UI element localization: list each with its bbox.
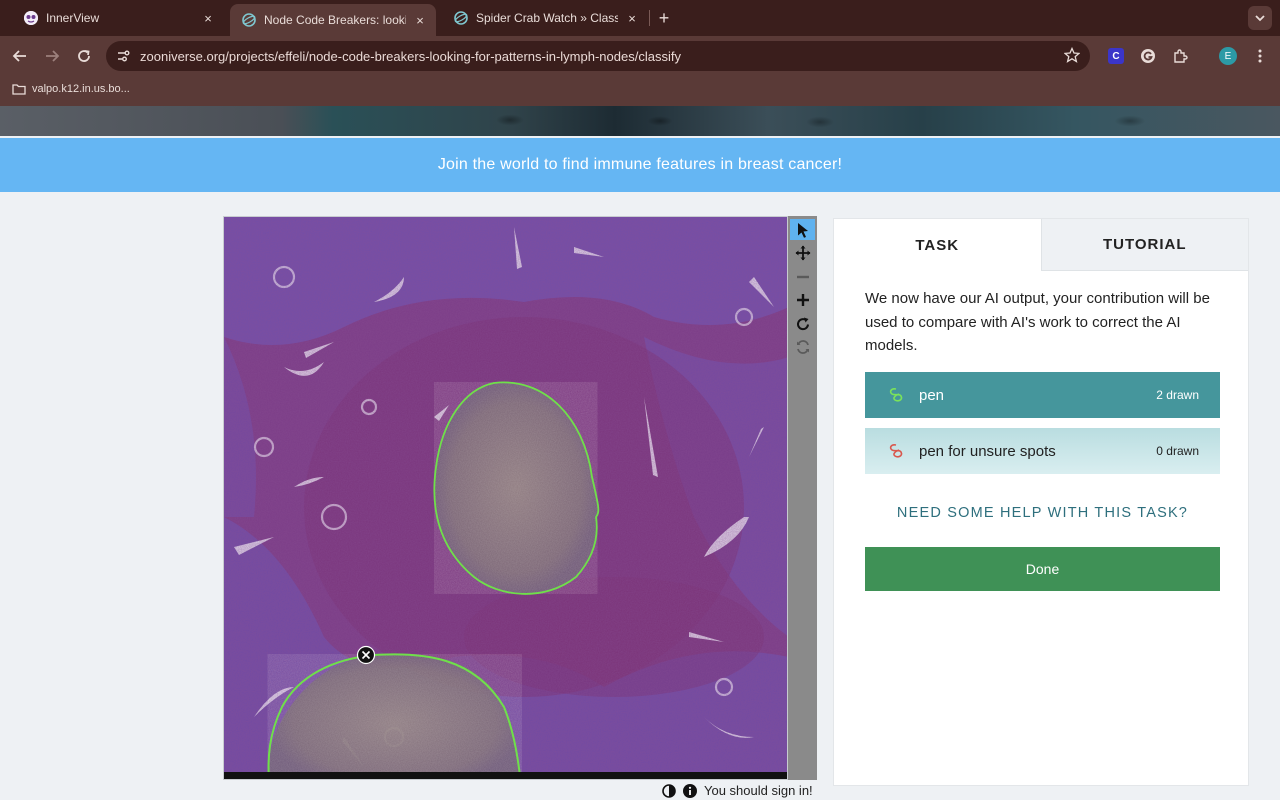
pointer-icon [797, 222, 808, 238]
puzzle-icon [1174, 49, 1188, 63]
pen-freehand-icon [889, 444, 903, 458]
close-tab-icon[interactable]: × [412, 12, 428, 28]
info-icon[interactable] [683, 783, 697, 798]
bookmark-star-icon[interactable] [1063, 46, 1081, 68]
tab-title: InnerView [46, 11, 100, 25]
viewer-status: You should sign in! [662, 783, 813, 798]
reset-icon [796, 339, 809, 354]
reload-icon [78, 50, 90, 62]
viewer-footer-bar [224, 772, 787, 779]
rotate-icon [796, 317, 809, 330]
tool-option-pen-unsure[interactable]: pen for unsure spots 0 drawn [865, 428, 1220, 474]
new-tab-button[interactable]: + [654, 8, 674, 28]
subject-image[interactable] [224, 217, 788, 780]
announcement-text: Join the world to find immune features i… [437, 156, 843, 173]
zooniverse-favicon-icon [454, 11, 468, 25]
address-bar[interactable]: zooniverse.org/projects/effeli/node-code… [106, 41, 1090, 71]
tab-title: Node Code Breakers: looking [264, 13, 406, 27]
more-vertical-icon [1258, 49, 1262, 63]
drawn-count: 0 drawn [1156, 444, 1199, 458]
tab-tutorial[interactable]: TUTORIAL [1040, 219, 1248, 271]
chevron-down-icon [1255, 15, 1265, 22]
arrow-left-icon [12, 50, 26, 62]
task-instruction: We now have our AI output, your contribu… [865, 290, 1210, 354]
tab-search-button[interactable] [1248, 6, 1272, 30]
drawn-count: 2 drawn [1156, 388, 1199, 402]
task-panel: TASK TUTORIAL We now have our AI output,… [833, 218, 1249, 786]
project-hero-image [0, 106, 1280, 136]
zoom-in-button[interactable] [790, 289, 815, 310]
task-help-link[interactable]: NEED SOME HELP WITH THIS TASK? [865, 505, 1220, 521]
forward-button[interactable] [40, 44, 64, 68]
contrast-icon[interactable] [662, 783, 676, 798]
reset-view-button[interactable] [790, 336, 815, 357]
tab-task[interactable]: TASK [834, 219, 1041, 271]
tab-separator [649, 10, 650, 26]
zoom-out-button[interactable] [790, 266, 815, 287]
subject-viewer[interactable] [223, 216, 788, 780]
delete-mark-icon[interactable] [356, 645, 376, 665]
browser-tab-node-code-breakers[interactable]: Node Code Breakers: looking × [230, 4, 436, 36]
tool-option-pen[interactable]: pen 2 drawn [865, 372, 1220, 418]
close-tab-icon[interactable]: × [624, 10, 640, 26]
browser-tab-spider-crab-watch[interactable]: Spider Crab Watch » Classify × [442, 4, 648, 32]
grammarly-icon [1141, 49, 1155, 63]
pen-freehand-icon [889, 388, 903, 402]
extension-c-icon: C [1108, 48, 1124, 64]
extensions-button[interactable] [1170, 46, 1190, 66]
url-text: zooniverse.org/projects/effeli/node-code… [140, 48, 681, 64]
tool-label: pen for unsure spots [919, 442, 1056, 460]
zoom-in-icon [796, 293, 809, 306]
profile-button[interactable]: E [1218, 46, 1238, 66]
avatar: E [1219, 47, 1237, 65]
bookmarks-bar: valpo.k12.in.us.bo... [0, 76, 1280, 106]
announcement-banner: Join the world to find immune features i… [0, 138, 1280, 192]
move-button[interactable] [790, 242, 815, 263]
close-tab-icon[interactable]: × [200, 10, 216, 26]
move-icon [795, 245, 810, 260]
bookmark-folder[interactable]: valpo.k12.in.us.bo... [12, 83, 130, 95]
browser-toolbar: zooniverse.org/projects/effeli/node-code… [0, 36, 1280, 76]
task-tabs: TASK TUTORIAL [834, 219, 1248, 271]
zoom-out-icon [796, 275, 809, 278]
folder-icon [12, 84, 26, 95]
rotate-button[interactable] [790, 313, 815, 334]
viewer-tools [788, 216, 817, 780]
browser-tab-innerview[interactable]: InnerView × [12, 4, 224, 32]
grammarly-extension-button[interactable] [1138, 46, 1158, 66]
tab-title: Spider Crab Watch » Classify [476, 11, 618, 25]
reload-button[interactable] [72, 44, 96, 68]
back-button[interactable] [8, 44, 32, 68]
site-info-icon[interactable] [112, 45, 134, 67]
bookmark-label: valpo.k12.in.us.bo... [32, 83, 130, 95]
arrow-right-icon [46, 50, 60, 62]
browser-tab-bar: InnerView × Node Code Breakers: looking … [0, 0, 1280, 36]
innerview-favicon-icon [24, 11, 38, 25]
extension-c-button[interactable]: C [1106, 46, 1126, 66]
done-button[interactable]: Done [865, 547, 1220, 591]
tool-label: pen [919, 386, 945, 404]
annotate-pointer-button[interactable] [790, 219, 815, 240]
browser-menu-button[interactable] [1250, 46, 1270, 66]
zooniverse-favicon-icon [242, 13, 256, 27]
sign-in-prompt[interactable]: You should sign in! [704, 783, 813, 798]
